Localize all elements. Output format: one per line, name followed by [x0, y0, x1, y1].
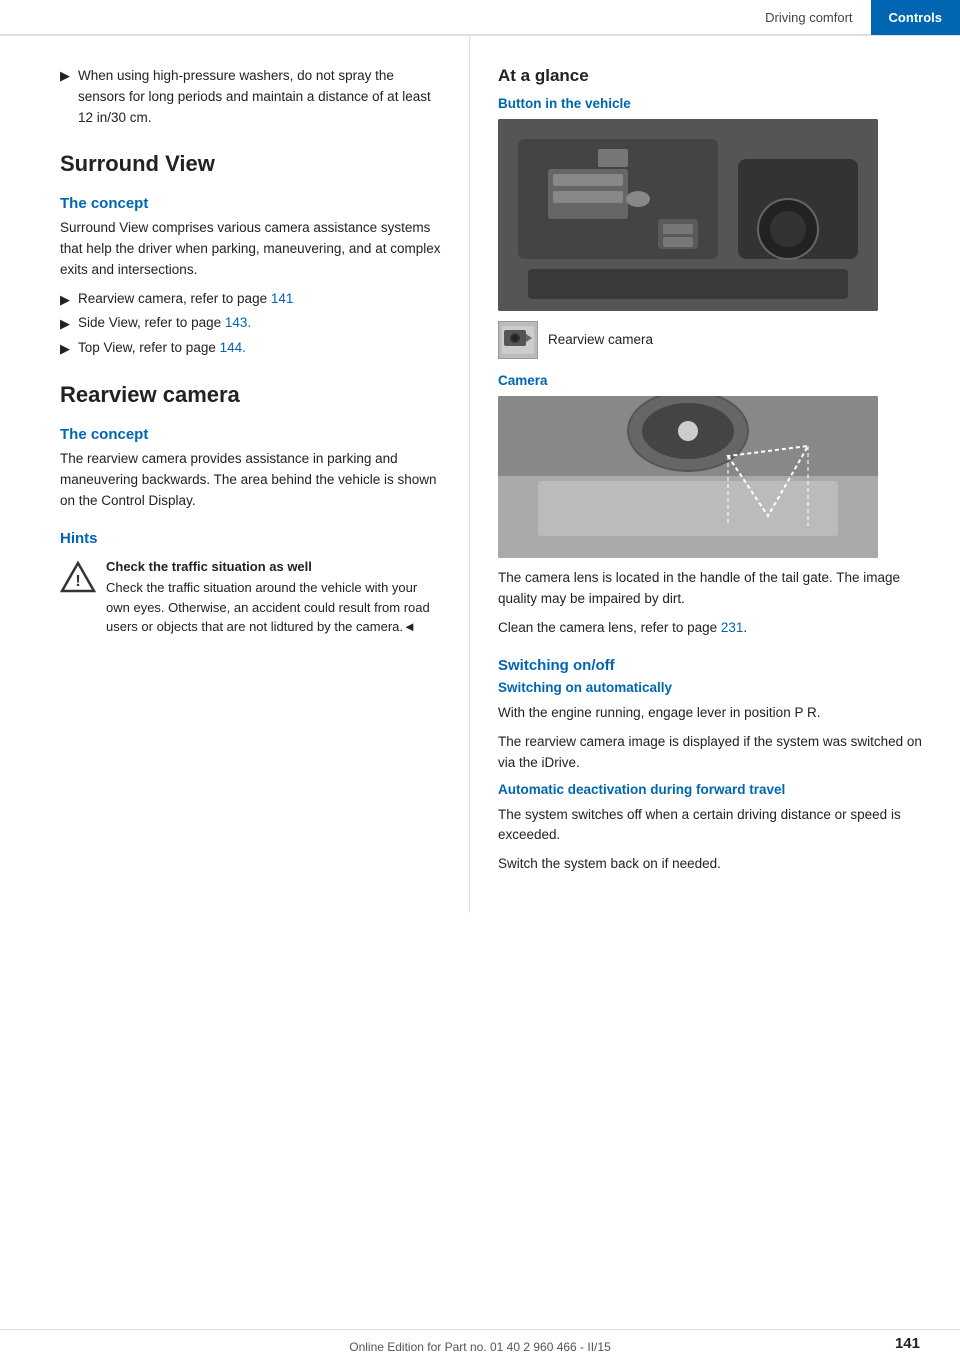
header-navigation: Driving comfort Controls [747, 0, 960, 35]
camera-text-2-suffix: . [743, 620, 747, 635]
left-column: ▶ When using high-pressure washers, do n… [0, 36, 470, 913]
vehicle-interior-image [498, 119, 878, 311]
warning-triangle-icon: ! [60, 559, 96, 595]
bullet-rearview: ▶ Rearview camera, refer to page 141 [60, 289, 441, 310]
hints-subtitle: Hints [60, 530, 441, 547]
switching-auto-text-2: The rearview camera image is displayed i… [498, 732, 932, 774]
topview-link[interactable]: 144. [220, 340, 246, 355]
page-footer: Online Edition for Part no. 01 40 2 960 … [0, 1329, 960, 1362]
camera-text-1: The camera lens is located in the handle… [498, 568, 932, 610]
rearview-camera-title: Rearview camera [60, 382, 441, 408]
deactivation-subtitle: Automatic deactivation during forward tr… [498, 782, 932, 797]
page-content: ▶ When using high-pressure washers, do n… [0, 36, 960, 913]
surround-bullets: ▶ Rearview camera, refer to page 141 ▶ S… [60, 289, 441, 359]
surround-concept-subtitle: The concept [60, 195, 441, 212]
rearview-camera-icon [498, 321, 538, 359]
switching-auto-subtitle: Switching on automatically [498, 680, 932, 695]
button-in-vehicle-subtitle: Button in the vehicle [498, 96, 932, 111]
bullet-arrow-2-icon: ▶ [60, 314, 70, 334]
nav-controls[interactable]: Controls [871, 0, 960, 35]
at-glance-title: At a glance [498, 66, 932, 86]
warning-body: Check the traffic situation around the v… [106, 578, 441, 637]
rearview-camera-label: Rearview camera [548, 330, 653, 351]
rearview-concept-subtitle: The concept [60, 426, 441, 443]
switching-section: Switching on/off Switching on automatica… [498, 657, 932, 876]
surround-view-title: Surround View [60, 151, 441, 177]
rearview-camera-section: Rearview camera The concept The rearview… [60, 382, 441, 637]
deactivation-text-1: The system switches off when a certain d… [498, 805, 932, 847]
button-in-vehicle-section: Button in the vehicle [498, 96, 932, 311]
svg-text:!: ! [75, 573, 80, 590]
rearview-camera-icon-row: Rearview camera [498, 321, 932, 359]
warning-title: Check the traffic situation as well [106, 557, 441, 577]
rearview-concept-text: The rearview camera provides assistance … [60, 449, 441, 512]
camera-text-2: Clean the camera lens, refer to page 231… [498, 618, 932, 639]
footer-text: Online Edition for Part no. 01 40 2 960 … [349, 1340, 611, 1354]
right-column: At a glance Button in the vehicle [470, 36, 960, 913]
bullet-arrow-1-icon: ▶ [60, 290, 70, 310]
bullet-arrow-3-icon: ▶ [60, 339, 70, 359]
intro-note: ▶ When using high-pressure washers, do n… [60, 66, 441, 129]
surround-concept-text: Surround View comprises various camera a… [60, 218, 441, 281]
page-number: 141 [895, 1335, 920, 1352]
switching-subtitle: Switching on/off [498, 657, 932, 674]
warning-text-block: Check the traffic situation as well Chec… [106, 557, 441, 637]
rearview-link[interactable]: 141 [271, 291, 294, 306]
warning-box: ! Check the traffic situation as well Ch… [60, 557, 441, 637]
camera-page-link[interactable]: 231 [721, 620, 744, 635]
deactivation-text-2: Switch the system back on if needed. [498, 854, 932, 875]
camera-text-2-prefix: Clean the camera lens, refer to page [498, 620, 721, 635]
bullet-arrow-icon: ▶ [60, 68, 70, 84]
intro-text: When using high-pressure washers, do not… [78, 66, 441, 129]
bullet-topview-text: Top View, refer to page 144. [78, 338, 246, 358]
bullet-rearview-text: Rearview camera, refer to page 141 [78, 289, 293, 309]
bullet-sideview-text: Side View, refer to page 143. [78, 313, 251, 333]
nav-driving-comfort[interactable]: Driving comfort [747, 0, 870, 35]
camera-subtitle: Camera [498, 373, 932, 388]
surround-view-section: Surround View The concept Surround View … [60, 151, 441, 358]
switching-auto-text-1: With the engine running, engage lever in… [498, 703, 932, 724]
bullet-topview: ▶ Top View, refer to page 144. [60, 338, 441, 359]
page-header: Driving comfort Controls [0, 0, 960, 36]
sideview-link[interactable]: 143. [225, 315, 251, 330]
bullet-sideview: ▶ Side View, refer to page 143. [60, 313, 441, 334]
camera-image [498, 396, 878, 558]
